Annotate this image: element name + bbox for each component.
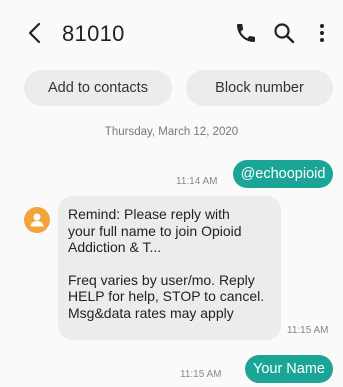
conversation-title: 81010: [62, 21, 125, 46]
add-to-contacts-button[interactable]: Add to contacts: [24, 70, 172, 106]
message-line: Msg&data rates may apply: [68, 304, 234, 321]
date-separator: Thursday, March 12, 2020: [104, 126, 239, 138]
app-header: 81010: [0, 0, 343, 66]
phone-icon[interactable]: [234, 21, 258, 45]
message-time: 11:15 AM: [180, 369, 222, 380]
message-line: [68, 256, 273, 272]
contact-actions: Add to contacts Block number: [0, 70, 343, 106]
search-icon[interactable]: [272, 21, 296, 45]
contact-avatar: [24, 207, 50, 233]
more-vertical-icon[interactable]: [310, 21, 334, 45]
incoming-message-bubble[interactable]: Remind: Please reply with your full name…: [58, 196, 281, 340]
message-line: Freq varies by user/mo. Reply: [68, 271, 255, 288]
outgoing-message-bubble[interactable]: @echoopioid: [233, 160, 333, 188]
person-icon: [30, 213, 44, 227]
outgoing-message-bubble[interactable]: Your Name: [245, 355, 333, 383]
message-line: Addiction & T...: [68, 239, 162, 255]
message-time: 11:15 AM: [287, 325, 329, 336]
block-number-button[interactable]: Block number: [186, 70, 333, 106]
message-line: HELP for help, STOP to cancel.: [68, 288, 265, 304]
chevron-left-icon[interactable]: [24, 20, 46, 46]
message-line: Remind: Please reply with: [68, 206, 230, 222]
message-line: your full name to join Opioid: [68, 222, 242, 239]
message-time: 11:14 AM: [176, 176, 218, 187]
